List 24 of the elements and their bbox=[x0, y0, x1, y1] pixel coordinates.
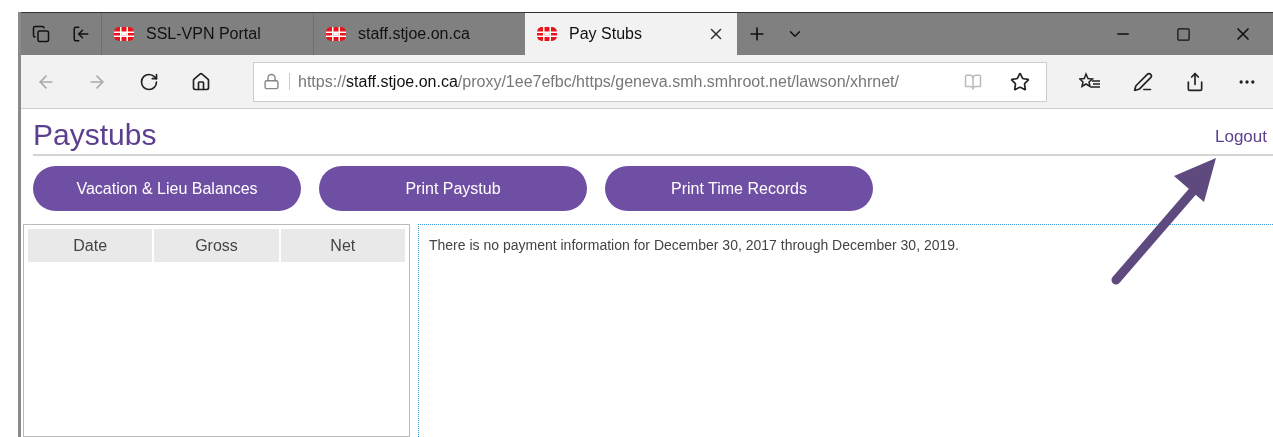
url-text: https://staff.stjoe.on.ca/proxy/1ee7efbc/https/geneva.smh.smhroot.net/lawson/xhrnet/ bbox=[297, 71, 900, 92]
refresh-icon[interactable] bbox=[139, 71, 159, 92]
pen-icon[interactable] bbox=[1133, 71, 1153, 92]
share-icon[interactable] bbox=[1185, 71, 1205, 92]
browser-tab[interactable]: Pay Stubs bbox=[525, 13, 737, 55]
fortinet-logo-icon bbox=[326, 27, 346, 41]
fortinet-logo-icon bbox=[537, 27, 557, 41]
page-title: Paystubs bbox=[33, 117, 157, 153]
column-header: Gross bbox=[154, 229, 279, 262]
column-header: Date bbox=[28, 229, 153, 262]
logout-link[interactable]: Logout bbox=[1215, 123, 1273, 153]
home-icon[interactable] bbox=[191, 71, 211, 92]
favorite-star-icon[interactable] bbox=[1010, 71, 1030, 92]
tab-title: staff.stjoe.on.ca bbox=[358, 24, 471, 44]
lock-icon bbox=[263, 73, 280, 90]
no-payment-message: There is no payment information for December 30, 2017 through December 30, 2019. bbox=[429, 237, 959, 253]
tab-title: Pay Stubs bbox=[569, 24, 643, 44]
url-field[interactable]: https://staff.stjoe.on.ca/proxy/1ee7efbc/https/geneva.smh.smhroot.net/lawson/xhrnet/ bbox=[253, 61, 1047, 102]
action-button[interactable]: Print Paystub bbox=[319, 166, 587, 211]
fortinet-logo-icon bbox=[114, 27, 134, 41]
column-header: Net bbox=[280, 229, 405, 262]
tab-title: SSL-VPN Portal bbox=[146, 24, 262, 44]
action-button[interactable]: Print Time Records bbox=[605, 166, 873, 211]
action-button[interactable]: Vacation & Lieu Balances bbox=[33, 166, 301, 211]
